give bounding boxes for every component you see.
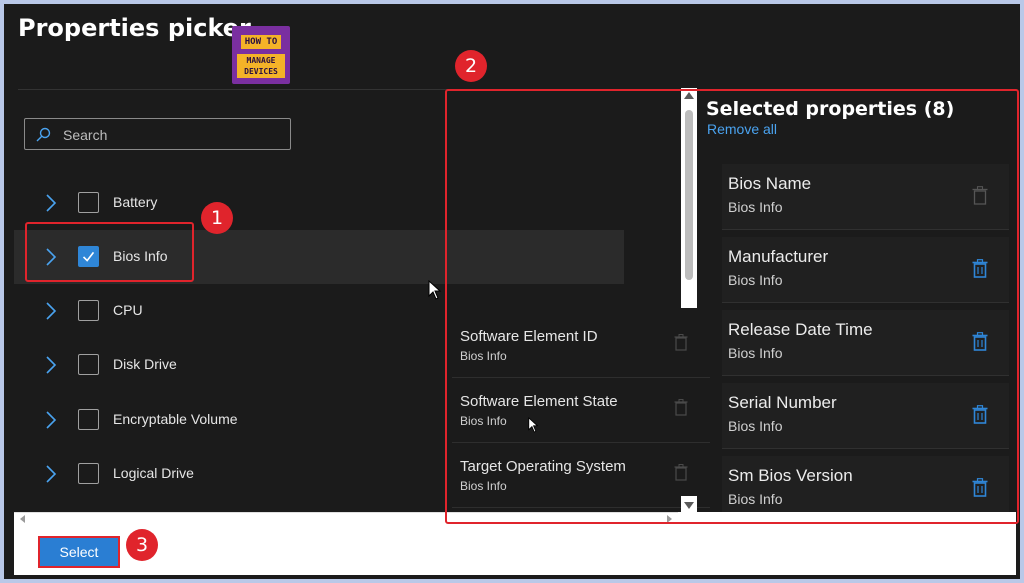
logo-line-2: MANAGE DEVICES <box>237 54 285 78</box>
tree-item-label: Logical Drive <box>113 465 194 481</box>
checkbox-battery[interactable] <box>78 192 99 213</box>
chevron-right-icon[interactable] <box>44 300 58 322</box>
annotation-box-properties <box>445 89 1019 524</box>
annotation-box-bios-info <box>25 222 194 282</box>
chevron-right-icon[interactable] <box>44 354 58 376</box>
how-to-manage-devices-logo: HOW TO MANAGE DEVICES <box>232 26 290 84</box>
checkbox-cpu[interactable] <box>78 300 99 321</box>
header-divider <box>18 89 448 90</box>
tree-item-label: CPU <box>113 302 143 318</box>
select-button[interactable]: Select <box>38 536 120 568</box>
logo-line-2b: DEVICES <box>244 67 278 76</box>
mouse-pointer-icon <box>528 417 539 433</box>
checkbox-encryptable-volume[interactable] <box>78 409 99 430</box>
chevron-right-icon[interactable] <box>44 463 58 485</box>
search-placeholder: Search <box>63 127 108 143</box>
search-icon <box>36 127 51 142</box>
scroll-left-arrow-icon[interactable] <box>20 515 25 523</box>
checkbox-logical-drive[interactable] <box>78 463 99 484</box>
checkbox-disk-drive[interactable] <box>78 354 99 375</box>
tree-item-label: Battery <box>113 194 158 210</box>
annotation-badge-3: 3 <box>126 529 158 561</box>
chevron-right-icon[interactable] <box>44 409 58 431</box>
tree-item-label: Disk Drive <box>113 356 177 372</box>
chevron-right-icon[interactable] <box>44 192 58 214</box>
logo-line-1: HOW TO <box>241 35 281 49</box>
page-title: Properties picker <box>18 14 251 42</box>
annotation-badge-1: 1 <box>201 202 233 234</box>
tree-item-label: Encryptable Volume <box>113 411 238 427</box>
annotation-badge-2: 2 <box>455 50 487 82</box>
search-input[interactable]: Search <box>24 118 291 150</box>
mouse-pointer-icon <box>428 280 442 300</box>
logo-line-2a: MANAGE <box>246 56 276 65</box>
